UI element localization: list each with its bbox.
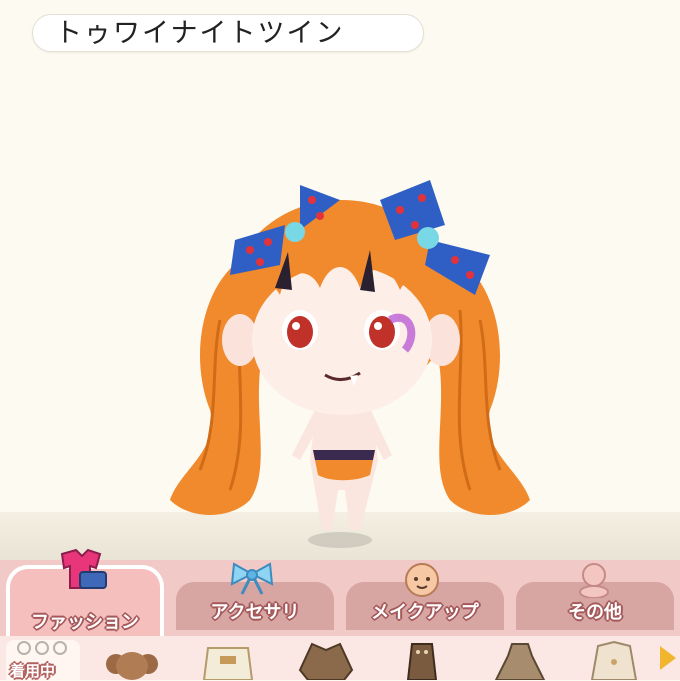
dress-icon[interactable] — [490, 640, 550, 680]
top-icon[interactable] — [198, 640, 258, 680]
item-name-field: トゥワイナイトツイン — [32, 14, 424, 52]
tab-makeup-label: メイクアップ — [371, 602, 479, 623]
tab-other-label: その他 — [568, 602, 622, 623]
avatar-character — [170, 180, 530, 548]
next-page-arrow[interactable] — [660, 646, 676, 670]
jacket-icon[interactable] — [296, 640, 356, 680]
tab-accessory-label: アクセサリ — [210, 602, 300, 623]
hair-icon[interactable] — [102, 640, 162, 680]
figure-icon — [579, 563, 609, 598]
coat-icon[interactable] — [584, 640, 644, 680]
ribbon-icon — [230, 562, 274, 595]
tab-fashion-label: ファッション — [31, 612, 139, 633]
clothes-icon — [60, 548, 107, 589]
worn-label: 着用中 — [10, 662, 56, 680]
face-icon — [405, 563, 439, 597]
overalls-icon[interactable] — [392, 640, 452, 680]
hanger-icon — [17, 641, 67, 655]
